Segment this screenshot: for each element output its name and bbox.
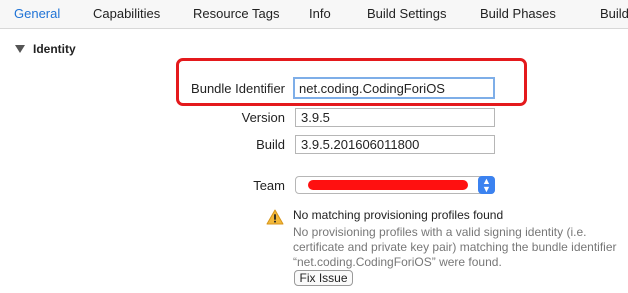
tab-build-rules[interactable]: Build Ru [600,6,628,21]
redacted-team-name [308,180,468,190]
version-field[interactable] [295,108,495,127]
tab-resource-tags[interactable]: Resource Tags [193,6,279,21]
build-field[interactable] [295,135,495,154]
tab-general[interactable]: General [14,6,60,21]
disclosure-triangle-icon[interactable] [15,44,25,53]
team-label: Team [253,178,285,193]
tab-build-phases[interactable]: Build Phases [480,6,556,21]
tab-info[interactable]: Info [309,6,331,21]
warning-title: No matching provisioning profiles found [293,208,504,222]
tab-capabilities[interactable]: Capabilities [93,6,160,21]
tab-build-settings[interactable]: Build Settings [367,6,447,21]
build-label: Build [256,137,285,152]
chevron-updown-icon[interactable]: ▲ ▼ [478,176,495,194]
version-label: Version [241,110,285,125]
warning-icon [266,209,284,225]
bundle-identifier-label: Bundle Identifier [191,81,285,96]
team-popup[interactable]: ▲ ▼ [295,176,495,194]
identity-section-title: Identity [33,42,76,56]
tab-bar: General Capabilities Resource Tags Info … [0,0,628,29]
identity-section-header[interactable]: Identity [15,42,76,56]
warning-body: No provisioning profiles with a valid si… [293,225,617,269]
bundle-identifier-field[interactable] [293,77,495,99]
fix-issue-button[interactable]: Fix Issue [294,270,353,286]
